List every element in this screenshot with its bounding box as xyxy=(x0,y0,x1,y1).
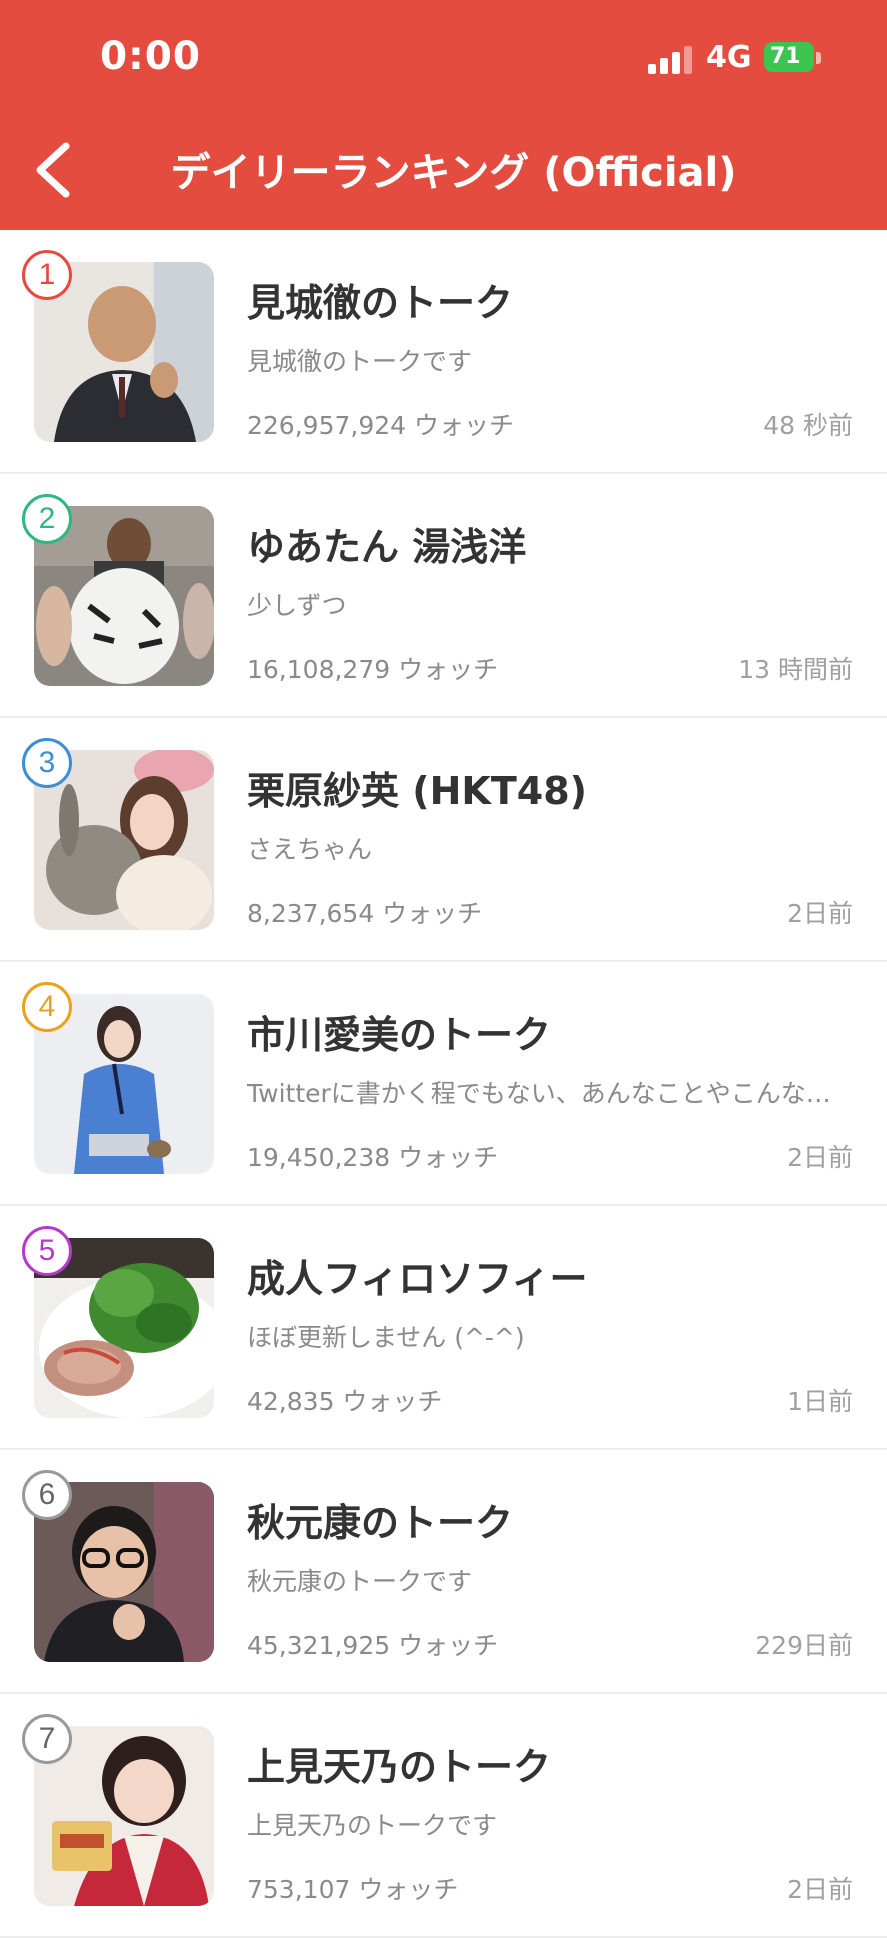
item-description: 少しずつ xyxy=(247,591,347,620)
watch-count: 45,321,925 ウォッチ xyxy=(247,1631,499,1660)
item-description: 秋元康のトークです xyxy=(247,1567,473,1596)
rank-badge: 2 xyxy=(22,494,72,544)
rank-badge: 4 xyxy=(22,982,72,1032)
page-title: デイリーランキング (Official) xyxy=(170,150,737,196)
battery-cap xyxy=(816,52,821,64)
updated-time: 2日前 xyxy=(787,1875,853,1904)
ranking-item[interactable]: 7 上見天乃のトーク 上見天乃のトークです 753,107 ウォッチ 2日前 xyxy=(0,1694,887,1938)
ranking-item[interactable]: 1 見城徹のトーク 見城徹のトークです 226,957,924 ウォッチ 48 … xyxy=(0,230,887,474)
rank-badge: 6 xyxy=(22,1470,72,1520)
updated-time: 13 時間前 xyxy=(738,655,853,684)
watch-count: 19,450,238 ウォッチ xyxy=(247,1143,499,1172)
updated-time: 2日前 xyxy=(787,899,853,928)
watch-count: 16,108,279 ウォッチ xyxy=(247,655,499,684)
item-title: ゆあたん 湯浅洋 xyxy=(247,525,527,569)
ranking-item[interactable]: 6 秋元康のトーク 秋元康のトークです 45,321,925 ウォッチ 229日… xyxy=(0,1450,887,1694)
updated-time: 2日前 xyxy=(787,1143,853,1172)
network-type: 4G xyxy=(706,40,752,75)
updated-time: 1日前 xyxy=(787,1387,853,1416)
watch-count: 42,835 ウォッチ xyxy=(247,1387,443,1416)
ranking-list: 1 見城徹のトーク 見城徹のトークです 226,957,924 ウォッチ 48 … xyxy=(0,230,887,1938)
battery-level: 71 xyxy=(770,44,801,69)
rank-badge: 1 xyxy=(22,250,72,300)
ranking-item[interactable]: 5 成人フィロソフィー ほぼ更新しません (^-^) 42,835 ウォッチ 1… xyxy=(0,1206,887,1450)
item-description: ほぼ更新しません (^-^) xyxy=(247,1323,525,1352)
item-description: 見城徹のトークです xyxy=(247,347,473,376)
watch-count: 226,957,924 ウォッチ xyxy=(247,411,514,440)
ranking-item[interactable]: 3 栗原紗英 (HKT48) さえちゃん 8,237,654 ウォッチ 2日前 xyxy=(0,718,887,962)
battery-icon: 71 xyxy=(764,42,814,72)
ranking-item[interactable]: 2 ゆあたん 湯浅洋 少しずつ 16,108,279 ウォッチ 13 時間前 xyxy=(0,474,887,718)
rank-badge: 3 xyxy=(22,738,72,788)
item-title: 上見天乃のトーク xyxy=(247,1745,552,1789)
watch-count: 753,107 ウォッチ xyxy=(247,1875,459,1904)
item-title: 見城徹のトーク xyxy=(247,281,514,325)
item-title: 市川愛美のトーク xyxy=(247,1013,552,1057)
item-description: さえちゃん xyxy=(247,835,373,864)
item-description: 上見天乃のトークです xyxy=(247,1811,498,1840)
item-title: 栗原紗英 (HKT48) xyxy=(247,769,588,813)
rank-badge: 5 xyxy=(22,1226,72,1276)
signal-icon xyxy=(648,44,696,74)
item-title: 成人フィロソフィー xyxy=(247,1257,588,1301)
watch-count: 8,237,654 ウォッチ xyxy=(247,899,483,928)
updated-time: 48 秒前 xyxy=(763,411,853,440)
app-header: 0:00 4G 71 デイリーランキング (Official) xyxy=(0,0,887,230)
status-time: 0:00 xyxy=(100,34,202,79)
updated-time: 229日前 xyxy=(755,1631,853,1660)
item-description: Twitterに書かく程でもない、あんなことやこんなこと xyxy=(247,1079,847,1108)
item-title: 秋元康のトーク xyxy=(247,1501,514,1545)
rank-badge: 7 xyxy=(22,1714,72,1764)
ranking-item[interactable]: 4 市川愛美のトーク Twitterに書かく程でもない、あんなことやこんなこと … xyxy=(0,962,887,1206)
